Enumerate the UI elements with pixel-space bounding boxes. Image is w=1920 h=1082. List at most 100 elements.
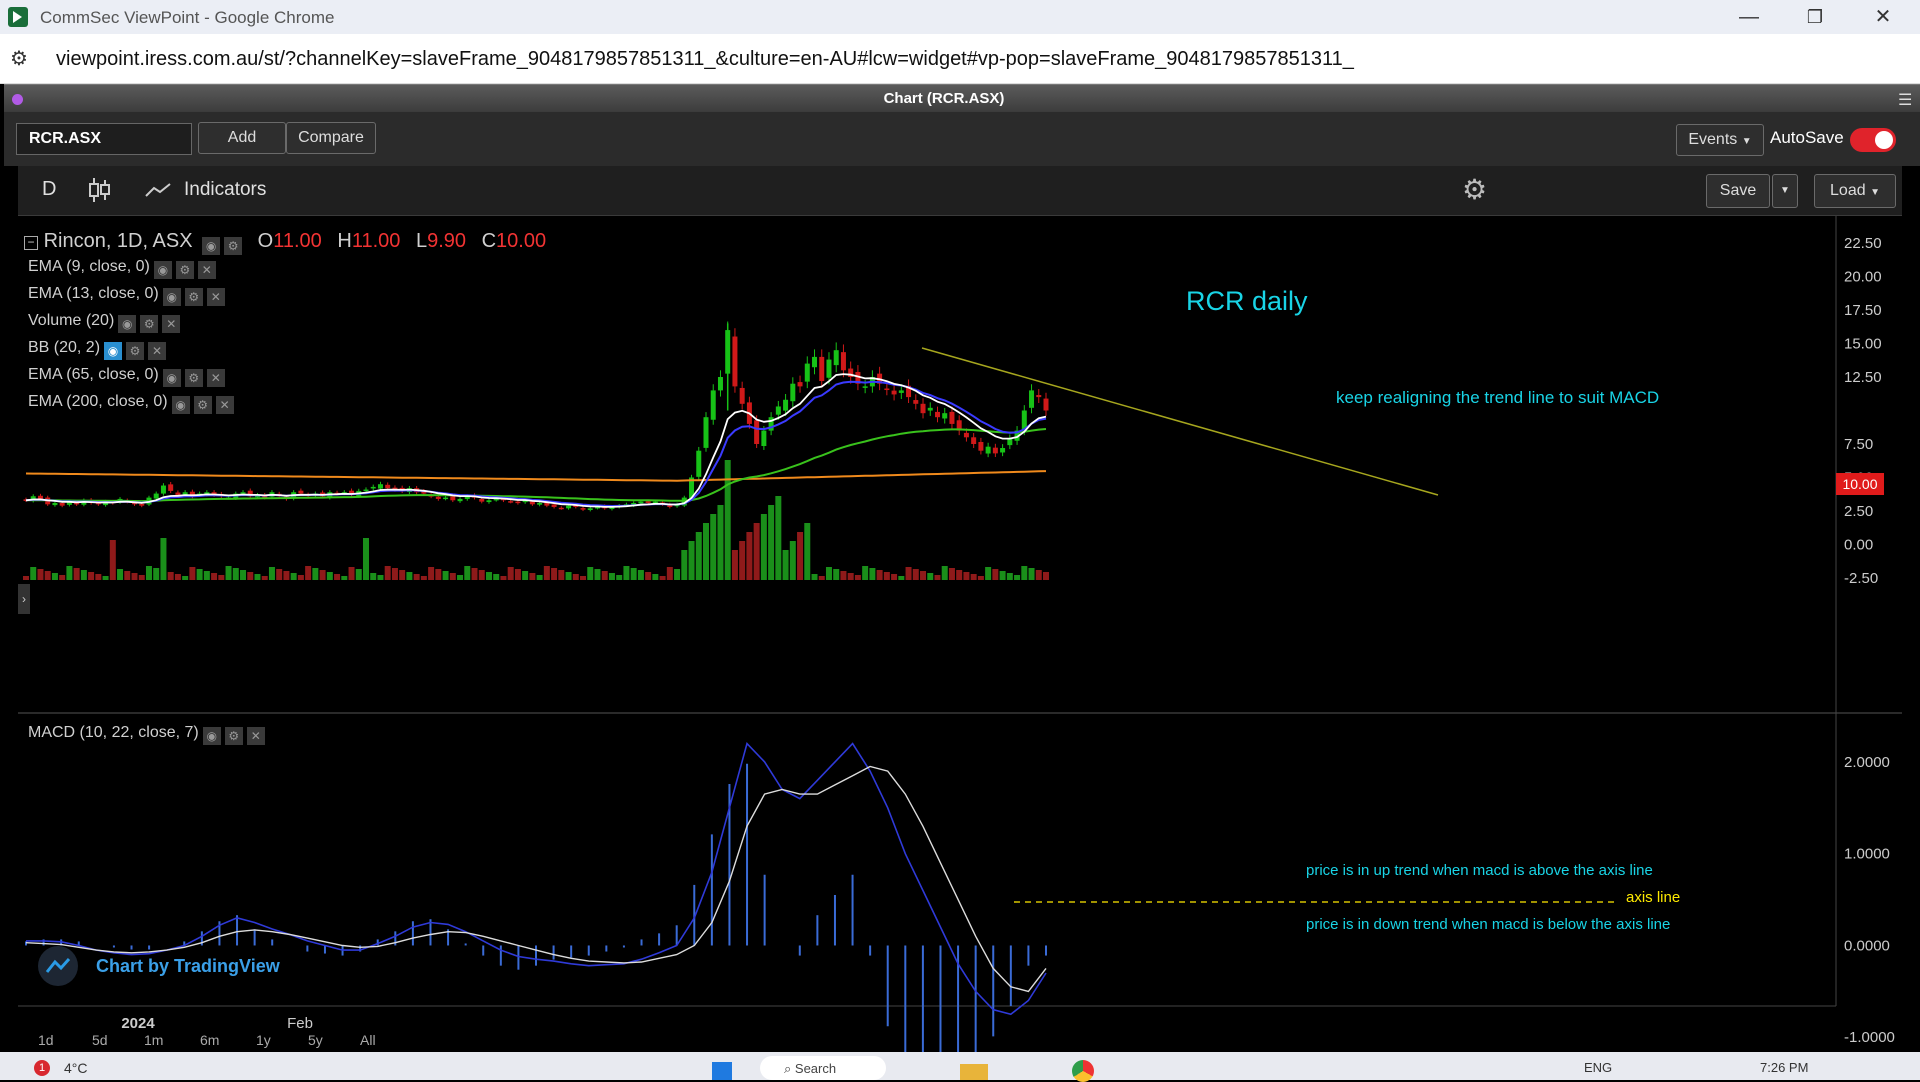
- remove-icon[interactable]: ✕: [148, 342, 167, 360]
- eye-icon[interactable]: ◉: [153, 261, 172, 279]
- annotation-axis-line[interactable]: axis line: [1626, 889, 1680, 906]
- remove-icon[interactable]: ✕: [162, 315, 181, 333]
- minimize-icon[interactable]: —: [1720, 2, 1778, 32]
- range-6m[interactable]: 6m: [200, 1032, 219, 1048]
- range-5y[interactable]: 5y: [308, 1032, 323, 1048]
- close-icon[interactable]: ✕: [1854, 2, 1912, 32]
- volume-bar: [428, 567, 435, 580]
- range-1m[interactable]: 1m: [144, 1032, 163, 1048]
- macd-study-label: MACD (10, 22, close, 7): [28, 724, 199, 741]
- high-label: H: [337, 230, 352, 252]
- volume-bar: [1014, 575, 1021, 580]
- volume-bar: [977, 576, 984, 580]
- gear-icon[interactable]: ⚙: [175, 261, 194, 279]
- indicators-icon[interactable]: [144, 180, 172, 200]
- close-label: C: [481, 230, 497, 252]
- volume-bar: [174, 574, 181, 580]
- gear-icon[interactable]: ⚙: [193, 396, 212, 414]
- chrome-icon[interactable]: [1072, 1060, 1094, 1082]
- volume-bar: [587, 567, 594, 580]
- range-1d[interactable]: 1d: [38, 1032, 54, 1048]
- volume-bar: [254, 574, 261, 580]
- compare-button[interactable]: Compare: [286, 122, 376, 154]
- start-icon[interactable]: [712, 1062, 732, 1080]
- restore-icon[interactable]: ❐: [1786, 2, 1844, 32]
- chart-area[interactable]: 22.5020.0017.5015.0012.507.505.002.500.0…: [18, 216, 1902, 1052]
- collapse-legend-icon[interactable]: −: [24, 236, 38, 250]
- settings-gear-icon[interactable]: ⚙: [1462, 176, 1487, 204]
- remove-icon[interactable]: ✕: [206, 288, 225, 306]
- volume-bar: [167, 572, 174, 580]
- side-panel-toggle-icon[interactable]: ›: [18, 584, 30, 614]
- range-5d[interactable]: 5d: [92, 1032, 108, 1048]
- remove-icon[interactable]: ✕: [246, 727, 265, 745]
- remove-icon[interactable]: ✕: [197, 261, 216, 279]
- candle-body: [370, 486, 376, 489]
- eye-icon[interactable]: ◉: [202, 727, 221, 745]
- candle-body: [963, 432, 969, 438]
- candle-body: [985, 446, 991, 454]
- language-indicator[interactable]: ENG: [1584, 1060, 1612, 1075]
- weather-temp[interactable]: 4°C: [64, 1060, 88, 1076]
- volume-bar: [543, 566, 550, 580]
- range-all[interactable]: All: [360, 1032, 376, 1048]
- gear-icon[interactable]: ⚙: [140, 315, 159, 333]
- eye-icon[interactable]: ◉: [171, 396, 190, 414]
- gear-icon[interactable]: ⚙: [224, 237, 243, 255]
- annotation-trend-note[interactable]: keep realigning the trend line to suit M…: [1336, 388, 1659, 408]
- eye-icon[interactable]: ◉: [202, 237, 221, 255]
- price-axis: 22.5020.0017.5015.0012.507.505.002.500.0…: [1844, 235, 1882, 587]
- volume-bar: [522, 571, 529, 580]
- annotation-up-trend[interactable]: price is in up trend when macd is above …: [1306, 862, 1653, 879]
- widget-menu-icon[interactable]: ☰: [1898, 90, 1912, 110]
- study-label: BB (20, 2): [28, 339, 101, 356]
- events-dropdown[interactable]: Events ▼: [1676, 124, 1764, 156]
- volume-bar: [290, 573, 297, 580]
- interval-button[interactable]: D: [42, 178, 56, 201]
- candles-style-icon[interactable]: [86, 176, 112, 204]
- macd-legend: MACD (10, 22, close, 7) ◉ ⚙ ✕: [28, 724, 265, 745]
- symbol-input[interactable]: [16, 123, 192, 155]
- tradingview-logo-icon[interactable]: [38, 946, 78, 986]
- annotation-title[interactable]: RCR daily: [1186, 286, 1308, 317]
- add-button[interactable]: Add: [198, 122, 286, 154]
- gear-icon[interactable]: ⚙: [224, 727, 243, 745]
- file-explorer-icon[interactable]: [960, 1064, 988, 1080]
- gear-icon[interactable]: ⚙: [184, 288, 203, 306]
- volume-bar: [160, 538, 167, 580]
- autosave-toggle[interactable]: [1850, 128, 1896, 152]
- notification-badge: 1: [34, 1060, 50, 1076]
- indicators-svg: [145, 183, 171, 197]
- eye-icon[interactable]: ◉: [162, 288, 181, 306]
- clock-time[interactable]: 7:26 PM: [1760, 1060, 1808, 1075]
- indicators-button[interactable]: Indicators: [184, 179, 266, 201]
- remove-icon[interactable]: ✕: [215, 396, 234, 414]
- volume-bar: [478, 570, 485, 580]
- site-settings-icon[interactable]: ⚙: [10, 46, 36, 72]
- eye-icon[interactable]: ◉: [162, 369, 181, 387]
- volume-bar: [145, 566, 152, 580]
- range-1y[interactable]: 1y: [256, 1032, 271, 1048]
- volume-bar: [782, 550, 789, 580]
- gear-icon[interactable]: ⚙: [126, 342, 145, 360]
- save-options-chevron-icon[interactable]: ▼: [1772, 174, 1798, 208]
- tradingview-link[interactable]: Chart by TradingView: [96, 956, 280, 977]
- volume-bar: [109, 540, 116, 580]
- volume-bar: [1035, 570, 1042, 580]
- search-box[interactable]: ⌕ Search: [760, 1056, 886, 1080]
- url-field[interactable]: viewpoint.iress.com.au/st/?channelKey=sl…: [56, 48, 1354, 71]
- eye-off-icon[interactable]: ◉: [104, 342, 123, 360]
- volume-bar: [551, 568, 558, 580]
- study-legend-ema9: EMA (9, close, 0) ◉ ⚙ ✕: [28, 258, 216, 279]
- save-button[interactable]: Save: [1706, 174, 1770, 208]
- candlesticks: [23, 321, 1049, 512]
- gear-icon[interactable]: ⚙: [184, 369, 203, 387]
- remove-icon[interactable]: ✕: [206, 369, 225, 387]
- annotation-down-trend[interactable]: price is in down trend when macd is belo…: [1306, 916, 1670, 933]
- volume-bar: [891, 574, 898, 580]
- eye-icon[interactable]: ◉: [118, 315, 137, 333]
- volume-bar: [876, 570, 883, 580]
- candle-body: [566, 505, 572, 509]
- load-dropdown[interactable]: Load ▼: [1814, 174, 1896, 208]
- chevron-down-icon: ▼: [1870, 187, 1880, 198]
